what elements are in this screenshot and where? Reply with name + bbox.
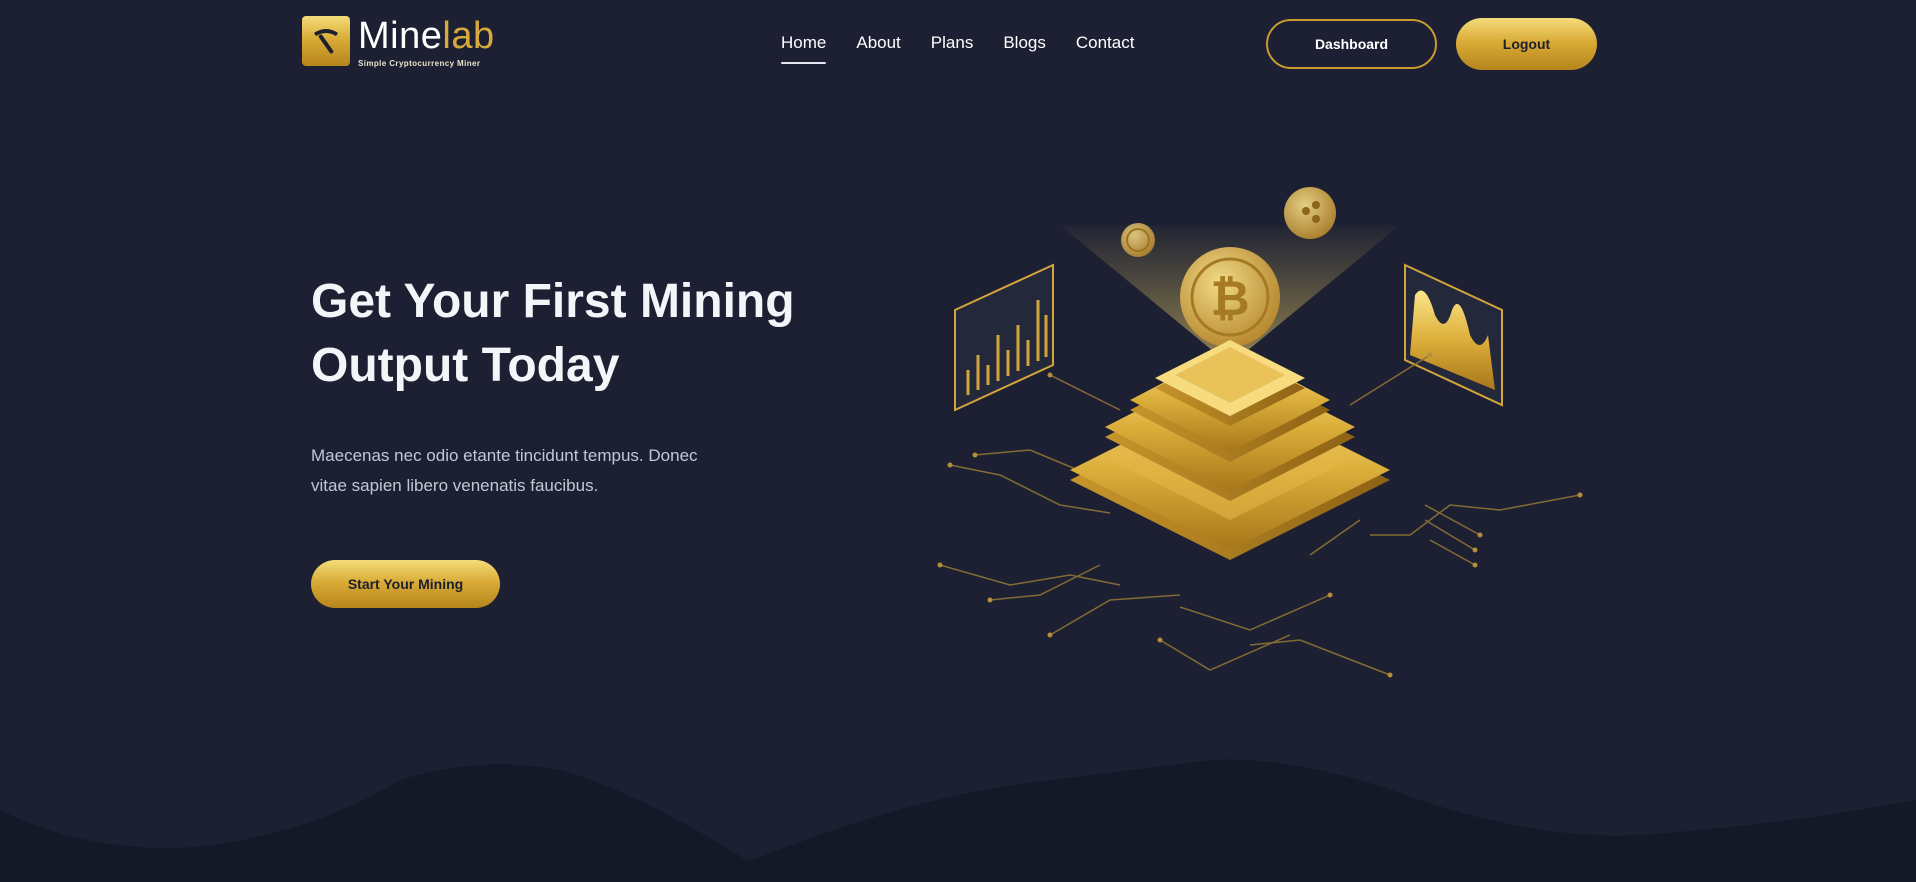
nav-item-home[interactable]: Home [781, 32, 827, 64]
brand-name-part1: Mine [358, 15, 443, 57]
hero-title-line1: Get Your First Mining [311, 275, 795, 328]
hero-description: Maecenas nec odio etante tincidunt tempu… [311, 441, 781, 501]
brand-name: Minelab [358, 16, 495, 56]
brand-tagline: Simple Cryptocurrency Miner [358, 59, 481, 68]
pickaxe-icon [302, 16, 350, 66]
main-nav: Home About Plans Blogs Contact [781, 32, 1164, 64]
hero-desc-line2: vitae sapien libero venenatis faucibus. [311, 476, 599, 495]
hero-title: Get Your First Mining Output Today [311, 270, 871, 398]
nav-item-contact[interactable]: Contact [1076, 32, 1135, 54]
nav-item-plans[interactable]: Plans [931, 32, 974, 54]
hero-title-line2: Output Today [311, 339, 620, 392]
background-waves [0, 759, 1916, 882]
site-header: Minelab Simple Cryptocurrency Miner Home… [0, 0, 1916, 90]
start-mining-button[interactable]: Start Your Mining [311, 560, 500, 608]
brand-text: Minelab Simple Cryptocurrency Miner [358, 16, 495, 68]
bitcoin-mining-icon: ₿ [930, 175, 1590, 685]
brand-logo[interactable]: Minelab Simple Cryptocurrency Miner [302, 16, 495, 68]
nav-item-about[interactable]: About [856, 32, 900, 54]
logout-button[interactable]: Logout [1456, 18, 1597, 70]
brand-name-part2: lab [442, 15, 495, 57]
coin-symbol: ₿ [1210, 271, 1249, 327]
hero-desc-line1: Maecenas nec odio etante tincidunt tempu… [311, 446, 698, 465]
dashboard-button[interactable]: Dashboard [1266, 19, 1437, 69]
nav-item-blogs[interactable]: Blogs [1003, 32, 1046, 54]
